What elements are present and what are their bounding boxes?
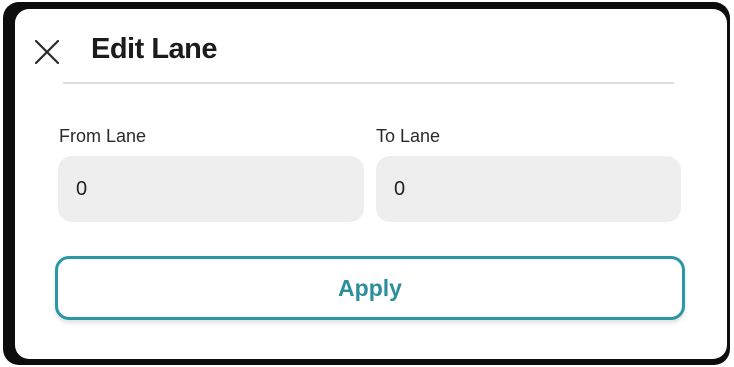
- apply-button[interactable]: Apply: [55, 256, 685, 320]
- header-divider: [63, 82, 674, 84]
- dialog-frame: Edit Lane From Lane To Lane Apply: [3, 2, 730, 365]
- close-icon: [34, 39, 60, 65]
- close-button[interactable]: [33, 38, 61, 66]
- dialog-header: Edit Lane: [15, 9, 727, 89]
- to-lane-input[interactable]: [376, 156, 681, 222]
- edit-lane-dialog: Edit Lane From Lane To Lane Apply: [15, 9, 727, 359]
- to-lane-label: To Lane: [376, 126, 441, 146]
- dialog-title: Edit Lane: [91, 33, 218, 65]
- from-lane-input[interactable]: [58, 156, 364, 222]
- from-lane-label: From Lane: [59, 126, 147, 146]
